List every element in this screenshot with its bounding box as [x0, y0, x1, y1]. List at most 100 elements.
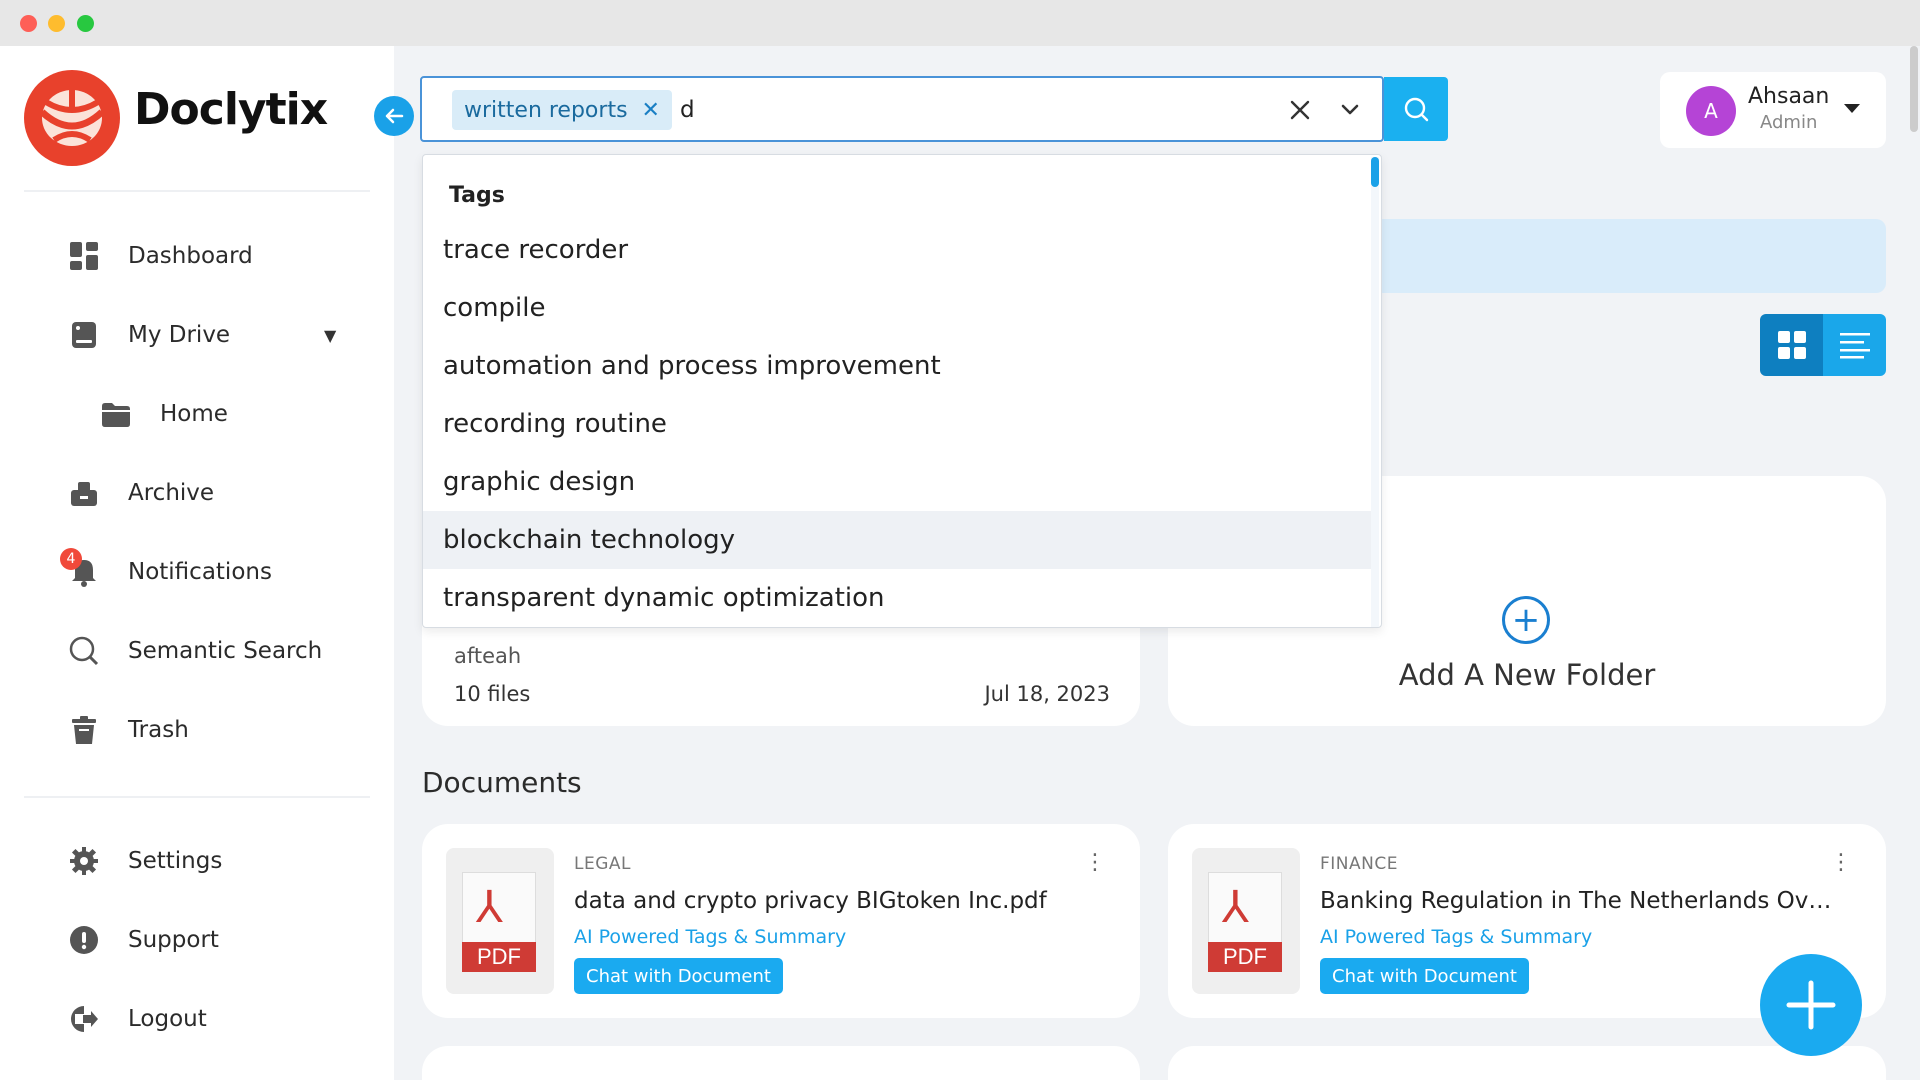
sidebar-divider	[24, 796, 370, 798]
app-name: Doclytix	[134, 84, 328, 135]
search-suggestions-dropdown: Tags trace recorder compile automation a…	[422, 154, 1382, 628]
sidebar-item-label: Semantic Search	[128, 638, 323, 664]
close-window-button[interactable]	[20, 15, 37, 32]
folder-file-count: 10 files	[454, 682, 531, 706]
plus-circle-icon: +	[1502, 596, 1550, 644]
list-view-button[interactable]	[1823, 314, 1886, 376]
trash-icon	[66, 712, 102, 748]
sidebar-item-label: Settings	[128, 848, 223, 874]
notifications-badge: 4	[60, 548, 82, 570]
dropdown-group-header: Tags	[449, 183, 505, 208]
add-folder-label: Add A New Folder	[1398, 658, 1656, 692]
ai-tags-link[interactable]: AI Powered Tags & Summary	[1320, 926, 1592, 948]
user-role: Admin	[1760, 112, 1818, 133]
minimize-window-button[interactable]	[48, 15, 65, 32]
plus-icon	[1786, 980, 1836, 1030]
search-chip[interactable]: written reports ✕	[452, 90, 672, 130]
suggestion-option[interactable]: graphic design	[423, 453, 1375, 511]
info-banner	[1380, 219, 1886, 293]
suggestion-option[interactable]: trace recorder	[423, 221, 1375, 279]
sidebar-item-my-drive[interactable]: My Drive	[66, 313, 230, 357]
sidebar-item-label: Logout	[128, 1006, 207, 1032]
logout-icon	[66, 1001, 102, 1037]
drive-icon	[66, 317, 102, 353]
archive-icon	[66, 475, 102, 511]
document-title[interactable]: data and crypto privacy BIGtoken Inc.pdf	[574, 888, 1094, 914]
sidebar-item-settings[interactable]: Settings	[66, 839, 222, 883]
pdf-file-icon: ⅄ PDF	[446, 848, 554, 994]
pdf-file-icon: ⅄ PDF	[1192, 848, 1300, 994]
file-type-label: PDF	[462, 942, 536, 972]
document-title[interactable]: Banking Regulation in The Netherlands Ov…	[1320, 888, 1840, 914]
search-icon	[1404, 97, 1429, 122]
list-icon	[1839, 333, 1870, 359]
avatar: A	[1686, 86, 1736, 136]
suggestion-option[interactable]: recording routine	[423, 395, 1375, 453]
sidebar-item-label: Dashboard	[128, 243, 253, 269]
search-button[interactable]	[1384, 77, 1448, 141]
info-icon	[66, 922, 102, 958]
search-icon	[66, 633, 102, 669]
sidebar-item-label: Trash	[128, 717, 189, 743]
sidebar-item-logout[interactable]: Logout	[66, 997, 207, 1041]
documents-section-title: Documents	[422, 766, 582, 799]
grid-icon	[1777, 331, 1806, 359]
more-options-icon[interactable]: ⋮	[1830, 852, 1852, 874]
document-card[interactable]: ⅄ PDF LEGAL data and crypto privacy BIGt…	[422, 824, 1140, 1018]
folder-name: afteah	[454, 644, 522, 668]
sidebar-item-notifications[interactable]: Notifications	[66, 550, 272, 594]
window-titlebar	[0, 0, 1920, 46]
document-card[interactable]	[422, 1046, 1140, 1080]
dropdown-scrollbar[interactable]	[1371, 157, 1379, 627]
sidebar-divider	[24, 190, 370, 192]
user-name: Ahsaan	[1748, 84, 1830, 109]
document-category: LEGAL	[574, 854, 631, 874]
folder-date: Jul 18, 2023	[984, 682, 1110, 706]
maximize-window-button[interactable]	[77, 15, 94, 32]
sidebar-item-trash[interactable]: Trash	[66, 708, 189, 752]
chat-with-document-button[interactable]: Chat with Document	[1320, 958, 1529, 994]
chevron-down-icon	[1341, 104, 1359, 115]
clear-search-button[interactable]	[1282, 92, 1318, 128]
sidebar-item-label: My Drive	[128, 322, 231, 348]
close-icon	[1290, 100, 1310, 120]
sidebar-item-label: Archive	[128, 480, 215, 506]
sidebar-item-archive[interactable]: Archive	[66, 471, 214, 515]
suggestion-option[interactable]: transparent dynamic optimization	[423, 569, 1375, 627]
chevron-down-icon[interactable]: ▼	[324, 326, 336, 345]
sidebar: Doclytix Dashboard My Drive ▼ Home Archi…	[0, 46, 394, 1080]
folder-icon	[98, 396, 134, 432]
sidebar-item-label: Support	[128, 927, 219, 953]
document-category: FINANCE	[1320, 854, 1398, 874]
dropdown-scroll-thumb[interactable]	[1371, 157, 1379, 187]
sidebar-item-support[interactable]: Support	[66, 918, 219, 962]
app-window: Doclytix Dashboard My Drive ▼ Home Archi…	[0, 46, 1920, 1080]
sidebar-item-label: Home	[160, 401, 228, 427]
arrow-left-icon	[385, 108, 404, 124]
suggestion-option-highlighted[interactable]: blockchain technology	[423, 511, 1375, 569]
grid-view-button[interactable]	[1760, 314, 1823, 376]
search-bar[interactable]: written reports ✕	[420, 76, 1384, 142]
chat-with-document-button[interactable]: Chat with Document	[574, 958, 783, 994]
back-button[interactable]	[374, 96, 414, 136]
sidebar-item-home[interactable]: Home	[98, 392, 228, 436]
gear-icon	[66, 843, 102, 879]
dropdown-toggle-button[interactable]	[1332, 92, 1368, 128]
logo-icon	[24, 70, 120, 166]
page-scrollbar[interactable]	[1910, 46, 1918, 132]
caret-down-icon[interactable]	[1844, 104, 1860, 113]
document-card[interactable]	[1168, 1046, 1886, 1080]
search-chip-label: written reports	[464, 97, 628, 123]
suggestion-list: trace recorder compile automation and pr…	[423, 221, 1375, 627]
search-input[interactable]	[680, 90, 1280, 130]
chip-close-icon[interactable]: ✕	[642, 98, 660, 123]
more-options-icon[interactable]: ⋮	[1084, 852, 1106, 874]
ai-tags-link[interactable]: AI Powered Tags & Summary	[574, 926, 846, 948]
sidebar-item-semantic-search[interactable]: Semantic Search	[66, 629, 322, 673]
suggestion-option[interactable]: compile	[423, 279, 1375, 337]
suggestion-option[interactable]: automation and process improvement	[423, 337, 1375, 395]
user-menu[interactable]: A Ahsaan Admin	[1660, 72, 1886, 148]
sidebar-item-dashboard[interactable]: Dashboard	[66, 234, 253, 278]
add-new-button[interactable]	[1760, 954, 1862, 1056]
file-type-label: PDF	[1208, 942, 1282, 972]
